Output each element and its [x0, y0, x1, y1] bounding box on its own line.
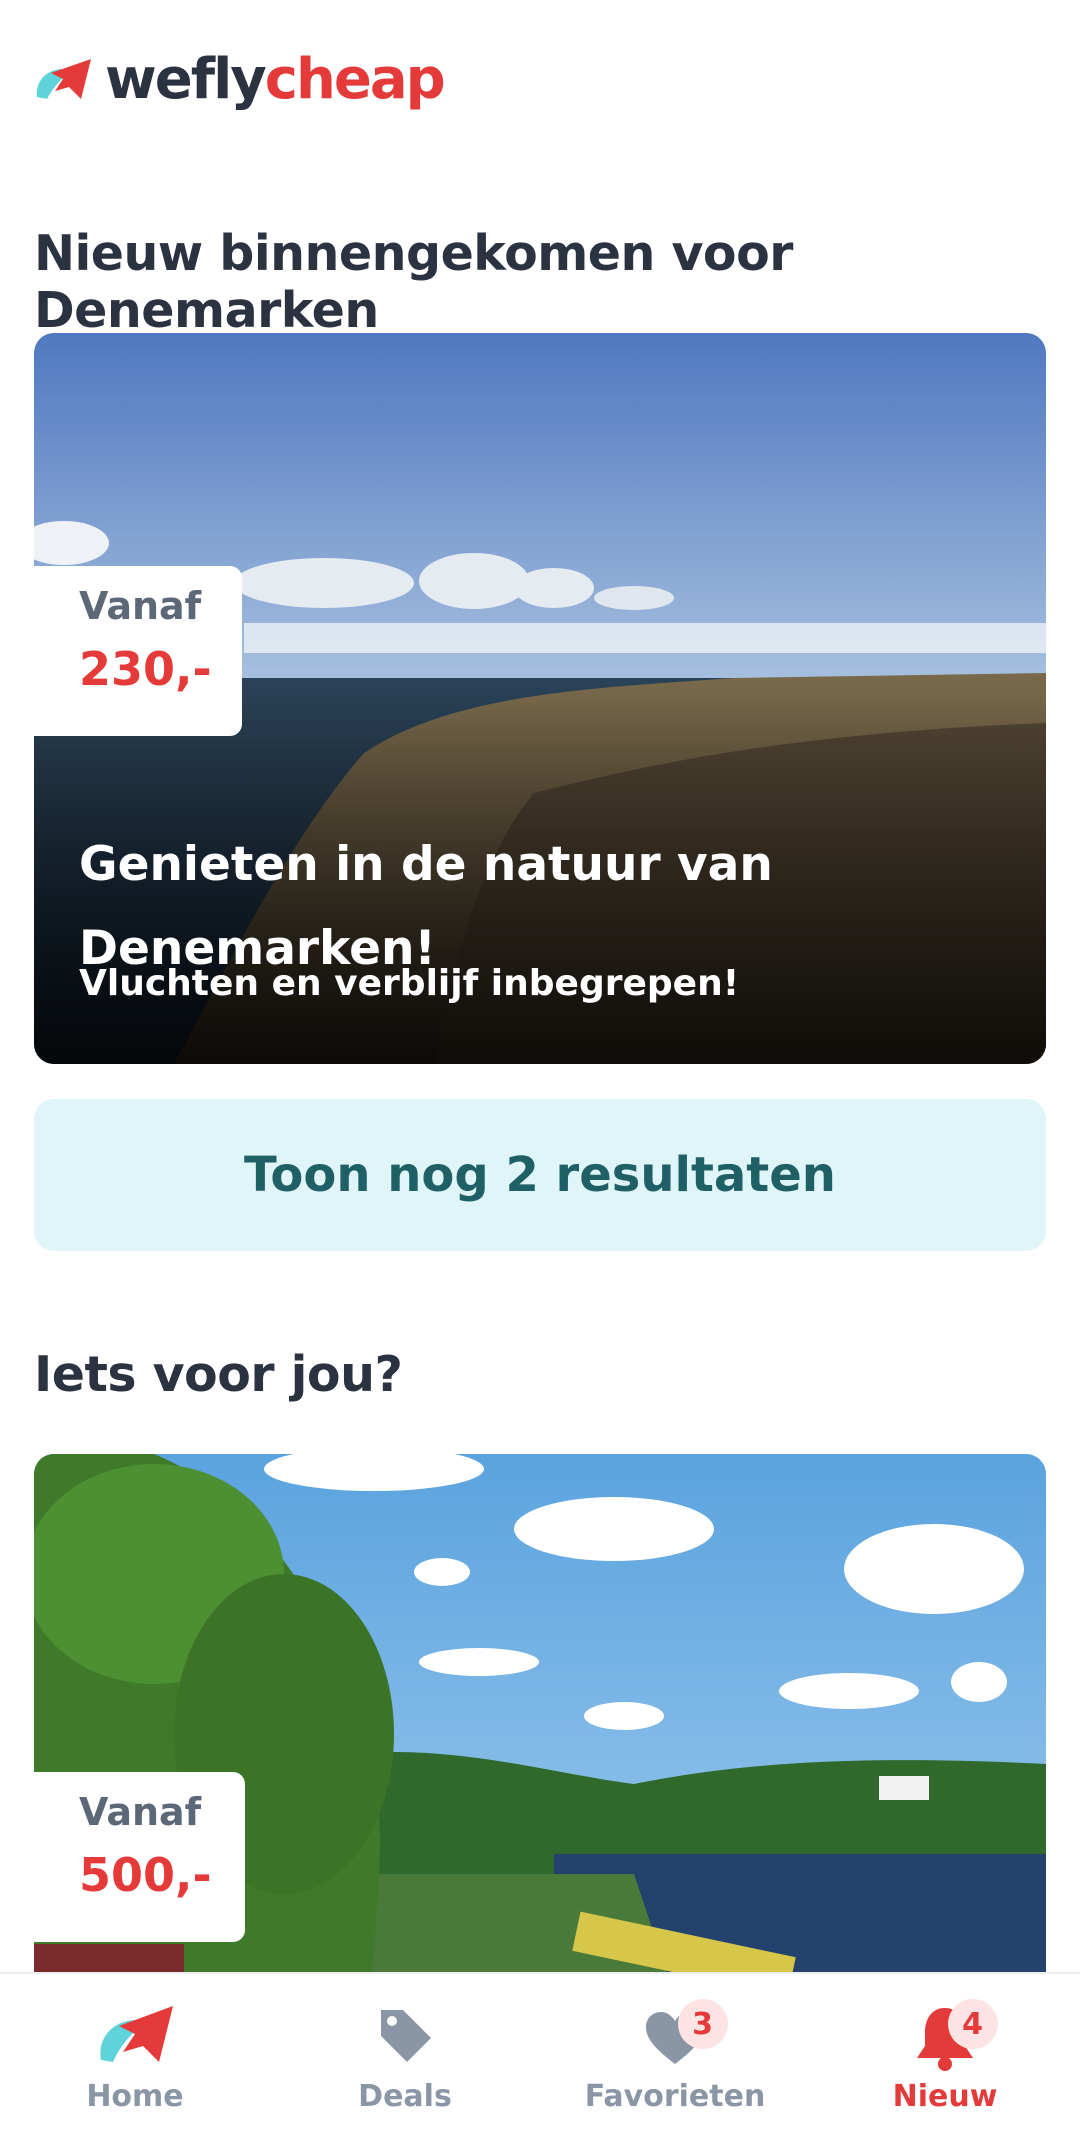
- tab-label: Home: [86, 2079, 184, 2114]
- show-more-button[interactable]: Toon nog 2 resultaten: [34, 1099, 1046, 1251]
- logo-part-2: cheap: [264, 47, 446, 112]
- section-title-for-you: Iets voor jou?: [34, 1346, 403, 1403]
- tab-label: Favorieten: [584, 2079, 766, 2114]
- logo-part-1: wefly: [105, 47, 267, 112]
- price-badge: Vanaf 230,-: [34, 566, 242, 736]
- new-count-badge: 4: [947, 1999, 998, 2049]
- tab-home[interactable]: Home: [0, 1974, 270, 2151]
- price-label: Vanaf: [79, 1790, 202, 1834]
- plane-logo-icon: [100, 2006, 173, 2062]
- app-logo[interactable]: weflycheap: [33, 52, 446, 108]
- price-value: 230,-: [79, 642, 212, 696]
- tab-new[interactable]: 4 Nieuw: [810, 1974, 1080, 2151]
- price-label: Vanaf: [79, 584, 202, 628]
- tab-label: Nieuw: [892, 2079, 998, 2114]
- tab-favorites[interactable]: 3 Favorieten: [540, 1974, 810, 2151]
- price-value: 500,-: [79, 1848, 212, 1902]
- tab-deals[interactable]: Deals: [270, 1974, 540, 2151]
- section-title-new: Nieuw binnengekomen voor Denemarken: [34, 225, 793, 339]
- deal-image-lake: [34, 1454, 1046, 2054]
- logo-wordmark: weflycheap: [105, 52, 446, 108]
- bottom-tab-bar: Home Deals 3 Favorieten 4 Nieuw: [0, 1972, 1080, 2151]
- tag-icon: [381, 2010, 431, 2062]
- favorites-count-badge: 3: [677, 1999, 728, 2049]
- deal-subtitle: Vluchten en verblijf inbegrepen!: [79, 963, 740, 1004]
- price-badge: Vanaf 500,-: [34, 1772, 245, 1942]
- tab-label: Deals: [358, 2079, 452, 2114]
- deal-card-denmark[interactable]: Vanaf 230,- Genieten in de natuur van De…: [34, 333, 1046, 1064]
- plane-logo-icon: [36, 59, 91, 99]
- deal-card-sweden[interactable]: Vanaf 500,-: [34, 1454, 1046, 2054]
